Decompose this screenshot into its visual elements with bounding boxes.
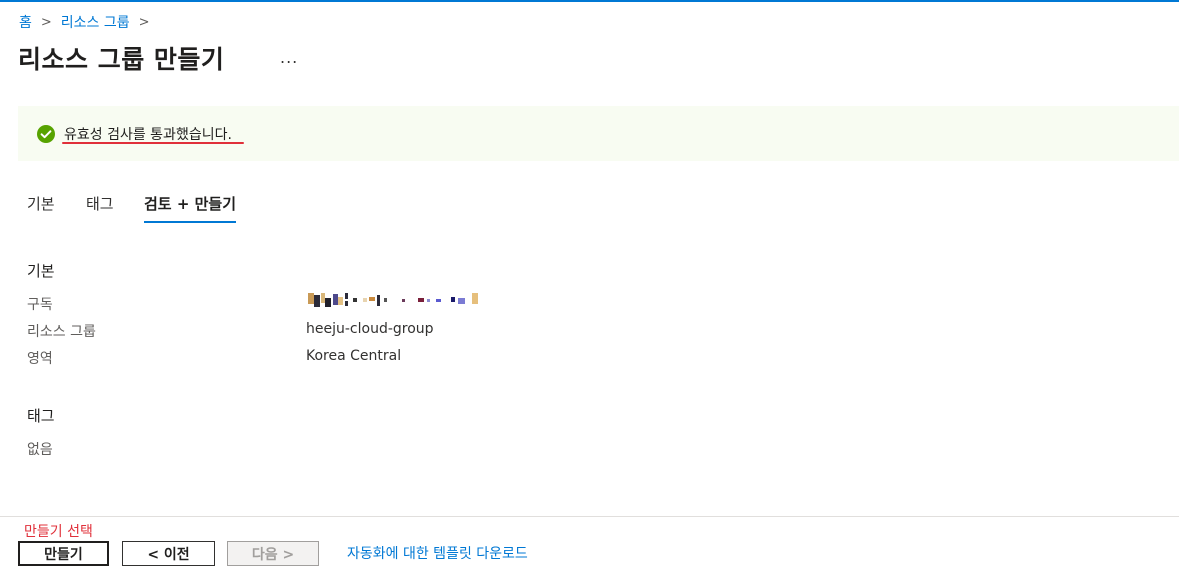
resource-group-label: 리소스 그룹	[27, 324, 96, 340]
tab-tags[interactable]: 태그	[86, 193, 144, 223]
page-title: 리소스 그룹 만들기	[18, 45, 225, 74]
more-options-icon[interactable]: ...	[280, 48, 298, 67]
validation-message: 유효성 검사를 통과했습니다.	[64, 127, 232, 143]
download-template-link[interactable]: 자동화에 대한 템플릿 다운로드	[347, 543, 528, 563]
validation-banner: 유효성 검사를 통과했습니다.	[18, 106, 1179, 161]
tab-basics[interactable]: 기본	[27, 193, 86, 223]
tags-heading: 태그	[27, 407, 55, 425]
chevron-right-icon: >	[40, 14, 52, 30]
breadcrumb-home-link[interactable]: 홈	[19, 12, 32, 32]
annotation-underline	[62, 142, 244, 144]
region-label: 영역	[27, 351, 53, 367]
subscription-label: 구독	[27, 297, 53, 313]
region-value: Korea Central	[306, 348, 402, 364]
breadcrumb: 홈 > 리소스 그룹 >	[19, 12, 159, 32]
redacted-subscription-value	[308, 293, 478, 307]
resource-group-value: heeju-cloud-group	[306, 321, 434, 337]
tab-review-create[interactable]: 검토 + 만들기	[144, 193, 237, 223]
annotation-text: 만들기 선택	[24, 524, 93, 540]
success-check-icon	[37, 125, 55, 143]
basics-heading: 기본	[27, 262, 55, 280]
top-accent-bar	[0, 0, 1179, 2]
tab-list: 기본 태그 검토 + 만들기	[27, 193, 237, 223]
breadcrumb-resource-groups-link[interactable]: 리소스 그룹	[61, 12, 130, 32]
chevron-right-icon: >	[138, 14, 150, 30]
tags-none-text: 없음	[27, 442, 53, 458]
create-button[interactable]: 만들기	[18, 541, 109, 566]
previous-button[interactable]: < 이전	[122, 541, 215, 566]
footer-divider	[0, 516, 1179, 517]
next-button[interactable]: 다음 >	[227, 541, 319, 566]
